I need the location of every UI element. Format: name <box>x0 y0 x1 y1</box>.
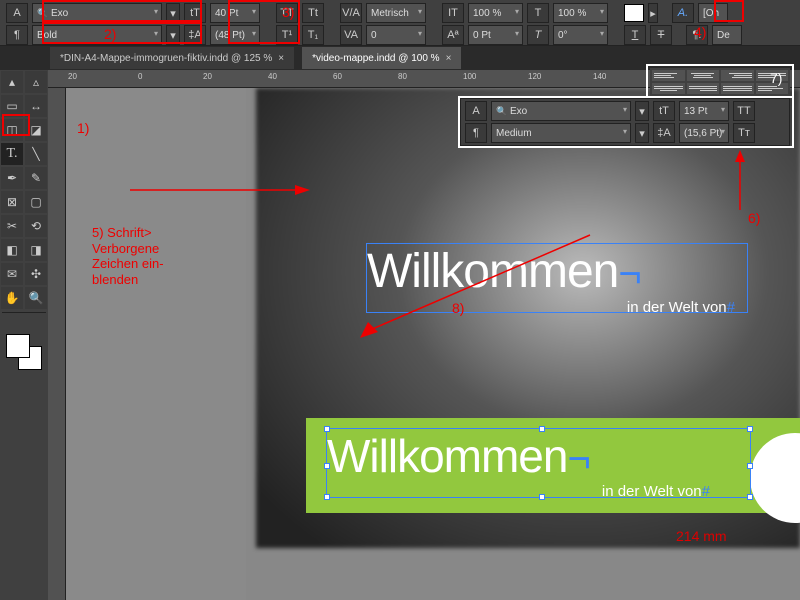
content-collector-tool[interactable]: ◫ <box>1 119 23 141</box>
ctx-font-style[interactable]: Medium <box>491 123 631 143</box>
direct-selection-tool[interactable]: ▵ <box>25 71 47 93</box>
char-panel-icon[interactable]: A <box>6 3 28 23</box>
hscale-icon: T <box>527 3 549 23</box>
annotation-label-3: 3) <box>282 4 294 20</box>
ctx-font-family[interactable]: 🔍 Exo <box>491 101 631 121</box>
paragraph-alignment-grid <box>650 68 790 96</box>
rectangle-frame-tool[interactable]: ⊠ <box>1 191 23 213</box>
size-icon: tT <box>184 3 206 23</box>
ctx-font-size[interactable]: 13 Pt <box>679 101 729 121</box>
swatch-flyout-icon[interactable]: ▸ <box>648 3 658 23</box>
ctx-allcaps-icon[interactable]: TT <box>733 101 755 121</box>
font-style-field[interactable]: Bold <box>32 25 162 45</box>
page-tool[interactable]: ▭ <box>1 95 23 117</box>
gradient-swatch-tool[interactable]: ◧ <box>1 239 23 261</box>
smallcaps-tt-icon[interactable]: Tt <box>302 3 324 23</box>
ctx-smallcaps-icon[interactable]: Tᴛ <box>733 123 755 143</box>
kerning-mode-field[interactable]: Metrisch <box>366 3 426 23</box>
pencil-tool[interactable]: ✎ <box>25 167 47 189</box>
strikethrough-icon[interactable]: T <box>650 25 672 45</box>
vertical-ruler <box>48 88 66 600</box>
font-dropdown-chevron[interactable]: ▾ <box>166 3 180 23</box>
scissors-tool[interactable]: ✂ <box>1 215 23 237</box>
line-break-marker: ¬ <box>618 252 640 297</box>
annotation-label-5: 5) Schrift> Verborgene Zeichen ein-blend… <box>92 225 192 287</box>
gradient-feather-tool[interactable]: ◨ <box>25 239 47 261</box>
arrow-8 <box>360 230 600 340</box>
ctx-font-chevron[interactable]: ▾ <box>635 101 649 121</box>
zoom-tool[interactable]: 🔍 <box>25 287 47 309</box>
eyedropper-tool[interactable]: ✣ <box>25 263 47 285</box>
close-icon[interactable]: × <box>446 53 452 64</box>
close-icon[interactable]: × <box>278 53 284 64</box>
ctx-leading-icon: ‡A <box>653 123 675 143</box>
skew-field[interactable]: 0° <box>553 25 608 45</box>
ctx-size-icon: tT <box>653 101 675 121</box>
document-tabs: *DIN-A4-Mappe-immogruen-fiktiv.indd @ 12… <box>0 46 800 70</box>
arrow-6 <box>720 150 750 220</box>
char-style-icon[interactable]: A. <box>672 3 694 23</box>
tools-panel: ▴ ▵ ▭ ↔ ◫ ◪ T. ╲ ✒ ✎ ⊠ ▢ ✂ ⟲ ◧ ◨ ✉ ✣ ✋ 🔍 <box>0 70 48 600</box>
measurement-label: 214 mm <box>676 528 727 544</box>
leading-icon: ‡A <box>184 25 206 45</box>
character-control-bar: A 🔍 Exo ▾ tT 40 Pt TT Tt V/A Metrisch IT… <box>0 0 800 46</box>
style-dropdown-chevron[interactable]: ▾ <box>166 25 180 45</box>
justify-right-icon[interactable] <box>687 83 720 94</box>
selection-tool[interactable]: ▴ <box>1 71 23 93</box>
hscale-field[interactable]: 100 % <box>553 3 608 23</box>
pasteboard <box>66 88 246 600</box>
vscale-icon: IT <box>442 3 464 23</box>
ctx-style-chevron[interactable]: ▾ <box>635 123 649 143</box>
hand-tool[interactable]: ✋ <box>1 287 23 309</box>
para-panel-icon[interactable]: ¶ <box>6 25 28 45</box>
annotation-label-2: 2) <box>104 26 116 42</box>
free-transform-tool[interactable]: ⟲ <box>25 215 47 237</box>
doc-tab-1[interactable]: *DIN-A4-Mappe-immogruen-fiktiv.indd @ 12… <box>50 47 294 69</box>
baseline-icon: Aª <box>442 25 464 45</box>
parastyle-field[interactable]: De <box>712 25 742 45</box>
rectangle-tool[interactable]: ▢ <box>25 191 47 213</box>
headline2-text[interactable]: Willkommen¬ <box>327 429 750 483</box>
ctx-leading[interactable]: (15,6 Pt) <box>679 123 729 143</box>
justify-center-icon[interactable] <box>652 83 685 94</box>
doc-tab-2[interactable]: *video-mappe.indd @ 100 %× <box>302 47 461 69</box>
align-right-icon[interactable] <box>721 70 754 81</box>
circle-shape <box>750 433 800 523</box>
font-size-field[interactable]: 40 Pt <box>210 3 260 23</box>
leading-field[interactable]: (48 Pt) <box>210 25 260 45</box>
document-canvas[interactable]: Willkommen¬ in der Welt von# Willkommen¬… <box>66 88 800 600</box>
pen-tool[interactable]: ✒ <box>1 167 23 189</box>
tracking-icon: VA <box>340 25 362 45</box>
vscale-field[interactable]: 100 % <box>468 3 523 23</box>
subscript-icon[interactable]: T₁ <box>302 25 324 45</box>
font-family-field[interactable]: 🔍 Exo <box>32 3 162 23</box>
fill-stroke-swatch[interactable] <box>6 334 42 370</box>
skew-icon: T <box>527 25 549 45</box>
charstyle-field[interactable]: [Oh <box>698 3 728 23</box>
content-placer-tool[interactable]: ◪ <box>25 119 47 141</box>
ctx-char-icon[interactable]: A <box>465 101 487 121</box>
type-tool[interactable]: T. <box>1 143 23 165</box>
end-of-story-marker: # <box>727 299 735 316</box>
baseline-field[interactable]: 0 Pt <box>468 25 523 45</box>
annotation-label-7: 7) <box>770 70 782 86</box>
annotation-label-4: 4) <box>694 24 706 40</box>
tracking-field[interactable]: 0 <box>366 25 426 45</box>
line-tool[interactable]: ╲ <box>25 143 47 165</box>
fill-color-swatch[interactable] <box>624 4 644 22</box>
line-break-marker: ¬ <box>567 437 589 482</box>
underline-icon[interactable]: T <box>624 25 646 45</box>
kerning-icon: V/A <box>340 3 362 23</box>
note-tool[interactable]: ✉ <box>1 263 23 285</box>
justify-full-icon[interactable] <box>721 83 754 94</box>
arrow-1-to-frame <box>130 180 310 200</box>
align-center-icon[interactable] <box>687 70 720 81</box>
ctx-para-icon[interactable]: ¶ <box>465 123 487 143</box>
context-character-bar: A 🔍 Exo ▾ tT 13 Pt TT ¶ Medium ▾ ‡A (15,… <box>460 98 790 146</box>
align-left-icon[interactable] <box>652 70 685 81</box>
gap-tool[interactable]: ↔ <box>25 95 47 117</box>
annotation-label-1: 1) <box>77 120 89 136</box>
superscript-icon[interactable]: T¹ <box>276 25 298 45</box>
text-frame-green[interactable]: Willkommen¬ in der Welt von# <box>326 428 751 498</box>
